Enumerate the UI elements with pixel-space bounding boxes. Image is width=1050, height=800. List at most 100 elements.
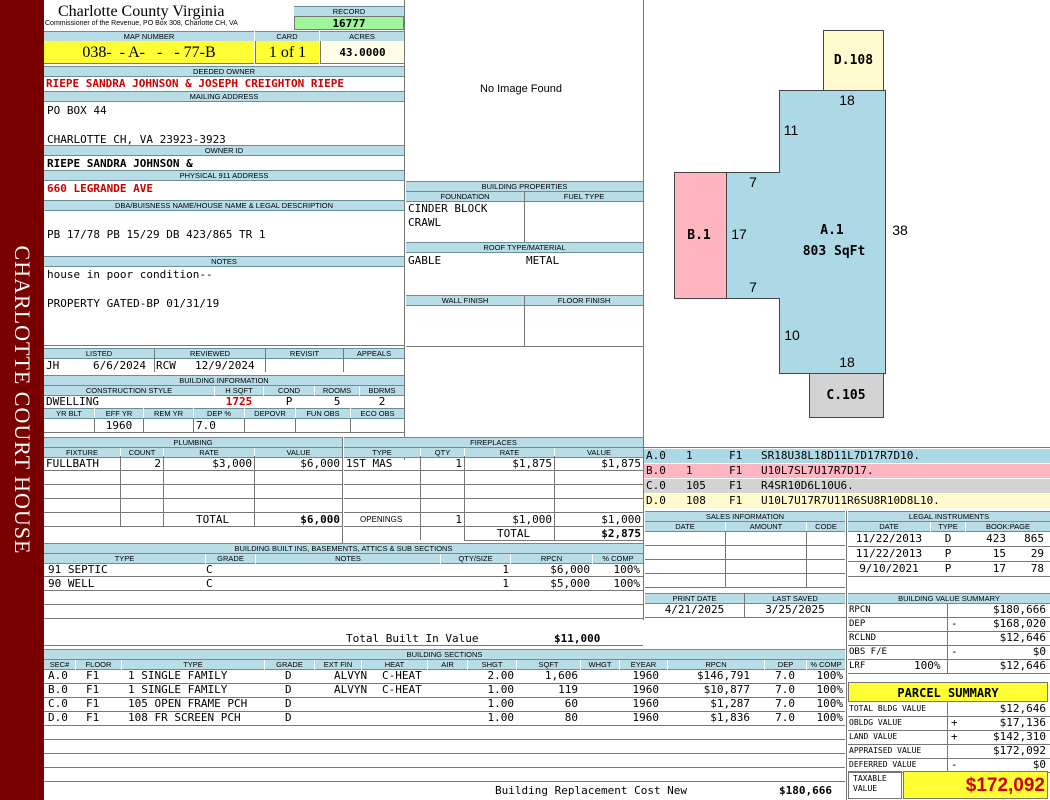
sketch-legend-row: D.0 108 F1 U10L7U17R7U11R6SU8R10D8L10.: [644, 494, 1050, 508]
section-rpcn: $146,791: [697, 669, 750, 682]
construction-style: DWELLING: [46, 395, 99, 408]
sales-grid-line: [725, 531, 726, 587]
section-grid-line: [44, 767, 845, 768]
reviewed-by: RCW: [156, 359, 176, 372]
legal-page: 78: [1030, 562, 1044, 575]
value-label: DEP: [849, 619, 866, 629]
sales-col-date: DATE: [645, 521, 725, 532]
owner-id-label: OWNER ID: [44, 145, 404, 156]
section-shgt: 2.00: [487, 669, 515, 682]
value-amount: $168,020: [993, 617, 1046, 630]
section-floor: F1: [86, 669, 100, 682]
value-label: RPCN: [849, 605, 871, 615]
builtins-grid-line: [44, 576, 643, 577]
record-number: 16777: [294, 16, 404, 30]
plumbing-total: $6,000: [300, 513, 340, 526]
sketch-label-c: C.105: [826, 388, 865, 403]
section-eyear: 1960: [632, 711, 660, 724]
fireplace-grid-line: [420, 456, 421, 540]
section-dep: 7.0: [775, 669, 795, 682]
builtins-grid-line: [44, 604, 643, 605]
fireplace-grid-line: [344, 484, 643, 485]
fireplace-type: 1ST MAS: [346, 457, 393, 470]
legend-floor: F1: [729, 449, 743, 462]
legal-page: 865: [1024, 532, 1044, 545]
legal-col-date: DATE: [848, 521, 930, 532]
sketch-label-d: D.108: [834, 53, 873, 68]
section-grid-line: [44, 753, 845, 754]
plumbing-count: 2: [154, 457, 161, 470]
value-label: OBS F/E: [849, 647, 887, 657]
fireplace-grid-line: [344, 512, 643, 513]
legal-col-book: BOOK:PAGE: [966, 521, 1050, 532]
parcel-label: TOTAL BLDG VALUE: [849, 704, 927, 713]
section-col-header: AIR: [428, 659, 467, 670]
section-grid-line: [44, 683, 845, 684]
deeded-owner: RIEPE SANDRA JOHNSON & JOSEPH CREIGHTON …: [46, 77, 345, 90]
section-ext: ALVYN: [334, 683, 368, 696]
section-sqft: 1,606: [544, 669, 578, 682]
parcel-amount: $0: [1032, 758, 1046, 771]
legend-n: 108: [686, 494, 706, 507]
legal-page: 29: [1030, 547, 1044, 560]
revisit-label: REVISIT: [266, 348, 343, 359]
acres-value: 43.0000: [320, 41, 404, 64]
section-grade: D: [285, 683, 292, 696]
plumbing-total-label: TOTAL: [196, 513, 230, 526]
roof-material: METAL: [526, 254, 560, 267]
parcel-label: DEFERRED VALUE: [849, 760, 917, 769]
fireplace-grid-line: [464, 540, 643, 541]
legal-type: P: [944, 562, 952, 575]
builtins-grid-line: [44, 590, 643, 591]
sketch-dim: 7: [749, 174, 757, 190]
section-comp: 100%: [816, 683, 844, 696]
legend-id: D.0: [646, 494, 666, 507]
builtins-rpcn: $6,000: [550, 563, 590, 576]
section-dep: 7.0: [775, 697, 795, 710]
fireplace-grid-line: [554, 456, 555, 540]
effyr-value: 1960: [105, 419, 133, 432]
building-sketch: D.108 A.1 803 SqFt B.1 C.105 18 11 7 17 …: [674, 30, 908, 418]
plumbing-grid-line: [44, 484, 342, 485]
sketch-dim: 18: [839, 92, 855, 108]
section-eyear: 1960: [632, 669, 660, 682]
fireplace-grid-line: [344, 526, 643, 527]
sidebar: CHARLOTTE COURT HOUSE: [0, 0, 44, 800]
remyr-label: REM YR: [144, 408, 193, 419]
fireplace-grid-line: [344, 470, 643, 471]
builtins-grade: C: [206, 563, 213, 576]
sketch-section-a: [726, 90, 886, 374]
replacement-cost: $180,666: [779, 784, 832, 797]
section-grade: D: [285, 697, 292, 710]
section-sec: C.0: [48, 697, 68, 710]
builtins-grade: C: [206, 577, 213, 590]
value-pct: 100%: [914, 659, 941, 672]
section-floor: F1: [86, 683, 100, 696]
foundation-2: CRAWL: [408, 216, 442, 229]
sketch-legend-row: C.0 105 F1 R4SR10D6L10U6.: [644, 479, 1050, 493]
notes-line-1: house in poor condition--: [47, 268, 213, 281]
plumbing-grid-line: [120, 456, 121, 526]
sketch-dim: 7: [749, 279, 757, 295]
sales-grid-line: [645, 545, 845, 546]
plumbing-fixture: FULLBATH: [46, 457, 99, 470]
section-dep: 7.0: [775, 683, 795, 696]
builtins-total-label: Total Built In Value: [346, 632, 479, 645]
ecoobs-label: ECO OBS: [351, 408, 404, 419]
plumbing-grid-line: [44, 470, 342, 471]
sketch-label-b: B.1: [687, 228, 711, 243]
section-floor: F1: [86, 711, 100, 724]
taxable-label-1: TAXABLE: [853, 774, 887, 783]
legend-code: U10L7SL7U17R7D17.: [761, 464, 874, 477]
sketch-area-a: 803 SqFt: [803, 244, 866, 259]
listed-by: JH: [46, 359, 60, 372]
builtins-qty: 1: [502, 563, 509, 576]
builtins-col-grade: GRADE: [206, 553, 255, 564]
rooms-value: 5: [333, 395, 341, 408]
section-comp: 100%: [816, 697, 844, 710]
parcel-amount: $12,646: [999, 702, 1046, 715]
map-number: 038- - A- - - 77-B: [44, 41, 254, 64]
roof-type: GABLE: [408, 254, 442, 267]
parcel-label: OBLDG VALUE: [849, 718, 902, 727]
appeals-label: APPEALS: [344, 348, 404, 359]
